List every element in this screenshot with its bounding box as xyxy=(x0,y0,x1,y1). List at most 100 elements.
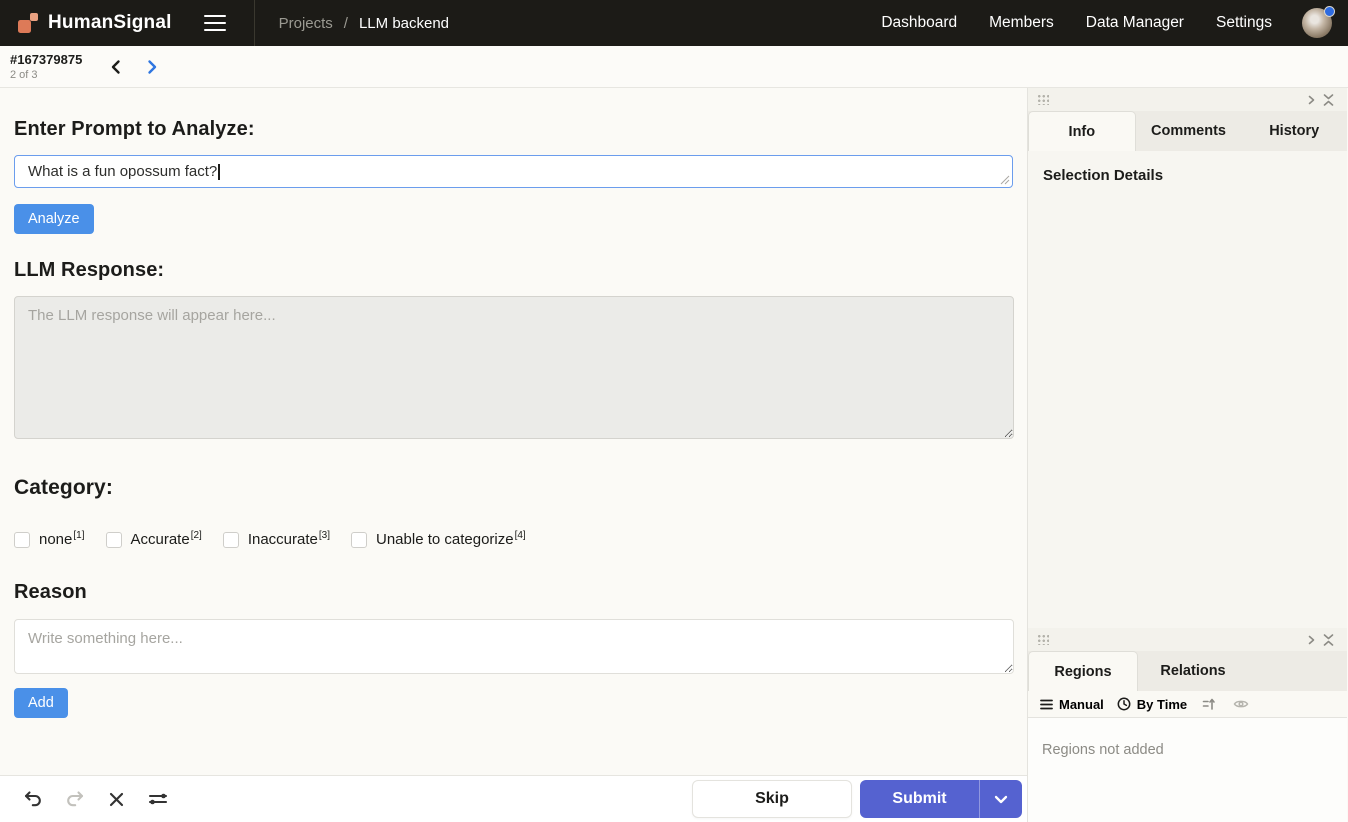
brand-logo[interactable]: HumanSignal xyxy=(18,12,172,34)
reason-textarea[interactable] xyxy=(14,619,1014,674)
prompt-value: What is a fun opossum fact? xyxy=(28,163,217,180)
option-label: none[1] xyxy=(39,531,85,548)
expand-panel-button[interactable] xyxy=(1304,93,1319,107)
prompt-input[interactable]: What is a fun opossum fact? xyxy=(14,155,1013,188)
group-by-label: Manual xyxy=(1059,697,1104,712)
task-position: 2 of 3 xyxy=(10,69,82,81)
order-by-label: By Time xyxy=(1137,697,1187,712)
response-heading: LLM Response: xyxy=(14,259,1013,282)
submit-dropdown-icon xyxy=(994,795,1008,804)
undo-button[interactable] xyxy=(14,783,51,815)
submit-button-group: Submit xyxy=(860,780,1022,818)
checkbox-icon[interactable] xyxy=(14,532,30,548)
tab-info[interactable]: Info xyxy=(1028,111,1136,151)
tab-comments[interactable]: Comments xyxy=(1136,111,1242,151)
checkbox-option-unable-to-categorize[interactable]: Unable to categorize[4] xyxy=(351,531,526,548)
breadcrumb: Projects / LLM backend xyxy=(279,15,449,32)
details-tab-bar: Info Comments History xyxy=(1028,111,1347,151)
tab-history[interactable]: History xyxy=(1241,111,1347,151)
settings-sliders-icon xyxy=(147,790,169,808)
next-task-icon xyxy=(145,59,159,75)
expand-panel-icon xyxy=(1308,635,1315,645)
drag-handle-icon[interactable] xyxy=(1037,94,1049,105)
submit-button[interactable]: Submit xyxy=(860,780,979,818)
bottom-action-bar: Skip Submit xyxy=(0,775,1027,822)
nav-link-data-manager[interactable]: Data Manager xyxy=(1086,14,1184,32)
details-panel-content: Selection Details xyxy=(1028,151,1347,628)
collapse-panel-button[interactable] xyxy=(1319,92,1338,108)
collapse-panel-icon xyxy=(1323,94,1334,106)
checkbox-option-none[interactable]: none[1] xyxy=(14,531,85,548)
option-label: Inaccurate[3] xyxy=(248,531,330,548)
redo-button[interactable] xyxy=(57,783,94,815)
brand-name: HumanSignal xyxy=(48,12,172,34)
checkbox-option-accurate[interactable]: Accurate[2] xyxy=(106,531,202,548)
nav-link-dashboard[interactable]: Dashboard xyxy=(881,14,957,32)
hotkey-hint: [4] xyxy=(515,530,526,541)
collapse-panel-icon xyxy=(1323,634,1334,646)
nav-divider xyxy=(254,0,255,46)
top-nav-links: Dashboard Members Data Manager Settings xyxy=(881,14,1272,32)
task-header: #167379875 2 of 3 xyxy=(0,46,1348,88)
resize-grip-icon[interactable] xyxy=(1000,175,1010,185)
drag-handle-icon[interactable] xyxy=(1037,634,1049,645)
sort-direction-button[interactable] xyxy=(1198,696,1220,713)
hotkey-hint: [2] xyxy=(191,530,202,541)
reset-button[interactable] xyxy=(100,785,133,814)
option-label: Accurate[2] xyxy=(131,531,202,548)
regions-list: Regions not added xyxy=(1028,718,1347,822)
prev-task-icon xyxy=(109,59,123,75)
regions-tab-bar: Regions Relations xyxy=(1028,651,1347,691)
breadcrumb-separator: / xyxy=(344,15,348,32)
category-heading: Category: xyxy=(14,476,1013,500)
add-button[interactable]: Add xyxy=(14,688,68,718)
regions-empty-message: Regions not added xyxy=(1042,742,1164,758)
top-nav: HumanSignal Projects / LLM backend Dashb… xyxy=(0,0,1348,46)
tab-relations[interactable]: Relations xyxy=(1138,651,1248,691)
details-panel: Info Comments History Selection Details xyxy=(1028,88,1347,628)
hamburger-menu-button[interactable] xyxy=(200,11,230,36)
checkbox-option-inaccurate[interactable]: Inaccurate[3] xyxy=(223,531,330,548)
labeling-area: Enter Prompt to Analyze: What is a fun o… xyxy=(0,88,1028,822)
group-by-button[interactable]: Manual xyxy=(1038,697,1106,712)
task-id: #167379875 xyxy=(10,52,82,67)
checkbox-icon[interactable] xyxy=(351,532,367,548)
option-label: Unable to categorize[4] xyxy=(376,531,526,548)
right-sidebar: Info Comments History Selection Details xyxy=(1028,88,1347,822)
regions-panel-header xyxy=(1028,628,1347,651)
checkbox-icon[interactable] xyxy=(223,532,239,548)
user-avatar[interactable] xyxy=(1302,8,1332,38)
hotkey-hint: [1] xyxy=(73,530,84,541)
text-caret xyxy=(218,164,219,180)
redo-icon xyxy=(65,789,86,809)
sort-order-icon xyxy=(1202,698,1216,711)
order-by-button[interactable]: By Time xyxy=(1115,697,1189,712)
collapse-panel-button[interactable] xyxy=(1319,632,1338,648)
llm-response-textarea[interactable] xyxy=(14,296,1014,439)
prev-task-button[interactable] xyxy=(98,53,134,81)
expand-panel-button[interactable] xyxy=(1304,633,1319,647)
labeling-form: Enter Prompt to Analyze: What is a fun o… xyxy=(0,88,1027,775)
analyze-button[interactable]: Analyze xyxy=(14,204,94,234)
submit-dropdown-button[interactable] xyxy=(979,780,1022,818)
notification-badge xyxy=(1324,6,1335,17)
prompt-heading: Enter Prompt to Analyze: xyxy=(14,118,1013,141)
reason-heading: Reason xyxy=(14,581,1013,604)
checkbox-icon[interactable] xyxy=(106,532,122,548)
workspace: Enter Prompt to Analyze: What is a fun o… xyxy=(0,88,1348,822)
selection-details-heading: Selection Details xyxy=(1043,167,1332,184)
tab-regions[interactable]: Regions xyxy=(1028,651,1138,691)
next-task-button[interactable] xyxy=(134,53,170,81)
clock-icon xyxy=(1117,697,1131,711)
breadcrumb-projects-link[interactable]: Projects xyxy=(279,15,333,32)
undo-icon xyxy=(22,789,43,809)
nav-link-settings[interactable]: Settings xyxy=(1216,14,1272,32)
task-meta: #167379875 2 of 3 xyxy=(10,52,82,81)
settings-sliders-button[interactable] xyxy=(139,784,177,814)
eye-icon xyxy=(1233,698,1249,710)
toggle-visibility-button[interactable] xyxy=(1229,696,1253,712)
skip-button[interactable]: Skip xyxy=(692,780,852,818)
nav-link-members[interactable]: Members xyxy=(989,14,1054,32)
category-options: none[1] Accurate[2] Inaccurate[3] Unable… xyxy=(14,531,1013,548)
expand-panel-icon xyxy=(1308,95,1315,105)
